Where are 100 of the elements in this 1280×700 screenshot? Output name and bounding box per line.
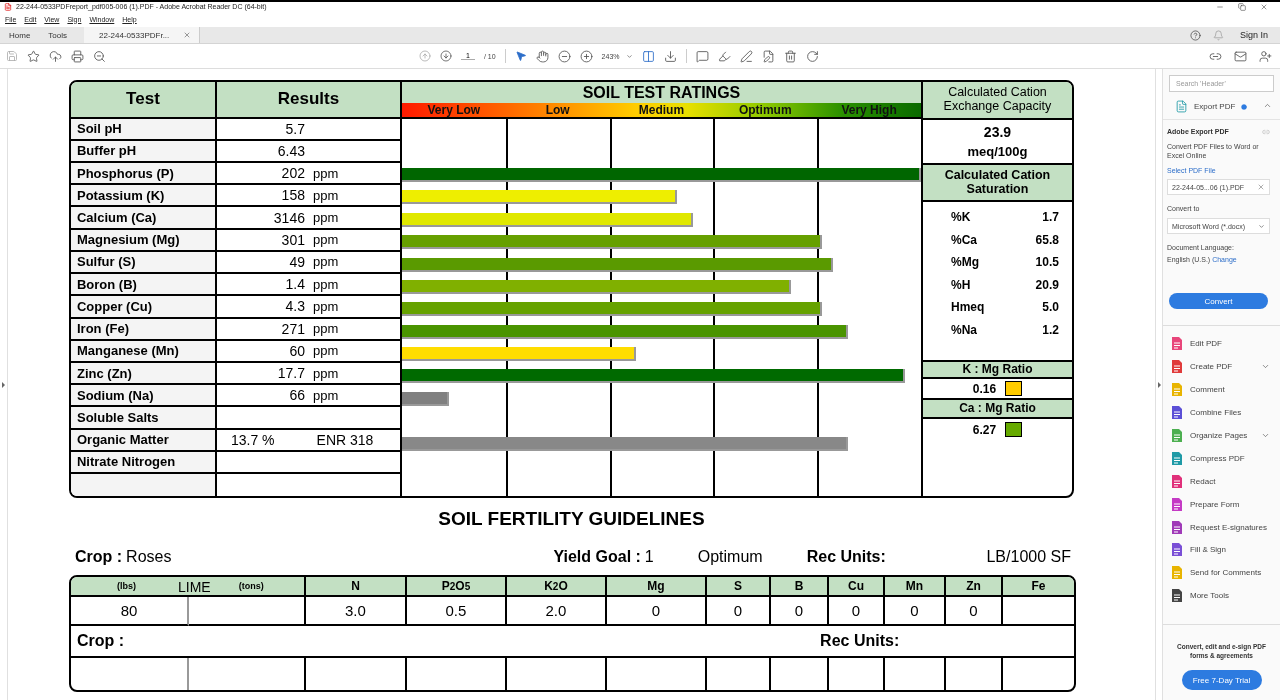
nutrient-header: Mn (884, 577, 946, 597)
yield-value: 1 (644, 548, 654, 566)
tool-item[interactable]: Redact (1190, 476, 1270, 486)
print-icon[interactable] (71, 49, 84, 63)
nutrient-value: 0 (606, 597, 707, 626)
tool-item[interactable]: Fill & Sign (1190, 545, 1270, 555)
unit-label: ppm (312, 232, 339, 248)
pointer-icon[interactable] (514, 50, 527, 62)
tab[interactable]: Home (0, 27, 40, 43)
restore-icon[interactable] (1238, 2, 1246, 11)
tool-item[interactable]: Request E-signatures (1190, 522, 1270, 532)
tool-item[interactable]: Edit PDF (1190, 339, 1270, 349)
result-value: 60 (288, 342, 305, 359)
edit-file-icon[interactable] (761, 49, 775, 63)
zoom-out-icon[interactable] (93, 49, 106, 63)
tool-item[interactable]: More Tools (1190, 591, 1270, 601)
document-icon[interactable] (1171, 474, 1183, 488)
nutrient-header: Zn (945, 577, 1003, 597)
unit-label: ppm (312, 387, 339, 403)
tool-item[interactable]: Send for Comments (1190, 568, 1270, 578)
lime-label: LIME (177, 579, 211, 595)
hand-icon[interactable] (535, 49, 549, 63)
column-header: Test (70, 82, 217, 117)
nutrient-header: Mg (606, 577, 707, 597)
caret-icon[interactable] (625, 52, 633, 60)
saturation-label: Hmeq (950, 300, 986, 315)
yield-label: Yield Goal : (553, 548, 641, 566)
ratio-value: 6.27 (972, 422, 997, 437)
clear-icon[interactable] (1257, 183, 1265, 192)
saturation-title: Calculated Cation Saturation (922, 165, 1072, 202)
test-name: Boron (B) (70, 274, 217, 295)
link-icon (1262, 128, 1270, 136)
rating-label: Medium (637, 103, 686, 117)
test-name: Manganese (Mn) (70, 340, 217, 361)
star-icon[interactable] (27, 49, 40, 63)
close-icon[interactable] (1260, 2, 1268, 11)
unit-label: ppm (312, 343, 339, 359)
sign-icon[interactable] (739, 49, 753, 63)
test-name: Copper (Cu) (70, 296, 217, 317)
saturation-value: 1.7 (1041, 210, 1059, 225)
crop-label: Crop : (76, 632, 125, 650)
upload-icon[interactable] (49, 49, 62, 63)
saturation-value: 1.2 (1041, 322, 1059, 337)
tool-item[interactable]: Comment (1190, 385, 1270, 395)
sign-in-link[interactable]: Sign In (1239, 30, 1268, 40)
expand-arrow-icon[interactable] (1157, 381, 1161, 388)
add-user-icon[interactable] (1258, 49, 1272, 63)
unit-label: ppm (312, 210, 339, 226)
highlight-icon[interactable] (717, 49, 731, 63)
tab[interactable]: Tools (39, 27, 77, 43)
close-icon[interactable] (183, 31, 192, 39)
cec-unit: meq/100g (967, 144, 1028, 159)
test-name: Phosphorus (P) (70, 163, 217, 184)
tool-item[interactable]: Organize Pages (1190, 430, 1254, 440)
zoom-out-icon[interactable] (557, 49, 571, 63)
trial-button[interactable]: Free 7-Day Trial (1181, 670, 1262, 690)
mail-icon[interactable] (1233, 49, 1247, 63)
tab[interactable]: 22-244-0533PDFr... (84, 27, 201, 43)
saturation-value: 10.5 (1034, 255, 1059, 270)
document-icon[interactable] (1171, 543, 1183, 557)
tool-item[interactable]: Combine Files (1190, 408, 1270, 418)
test-name: Iron (Fe) (70, 318, 217, 339)
scroll-mode-icon[interactable] (663, 49, 677, 63)
saturation-label: %Na (950, 322, 978, 337)
document-icon[interactable] (1171, 406, 1183, 420)
next-page-icon[interactable] (440, 50, 452, 62)
result-value: 3146 (272, 209, 305, 226)
nutrient-header: S (706, 577, 771, 597)
result-value: 49 (288, 254, 305, 270)
test-name: Sulfur (S) (70, 251, 217, 273)
comment-icon[interactable] (695, 49, 709, 63)
unit-label: ppm (312, 254, 339, 270)
expand-arrow-icon[interactable] (2, 381, 5, 388)
result-value: 1.4 (284, 276, 305, 293)
convert-button[interactable]: Convert (1169, 293, 1268, 310)
trash-icon[interactable] (783, 49, 797, 63)
yield-rating: Optimum (697, 548, 763, 566)
export-pdf-label[interactable]: Export PDF (1194, 102, 1236, 111)
document-icon[interactable] (1171, 520, 1183, 534)
zoom-in-icon[interactable] (579, 49, 593, 63)
page-fit-icon[interactable] (641, 49, 655, 63)
help-icon[interactable] (1189, 29, 1201, 41)
tool-item[interactable]: Compress PDF (1190, 453, 1270, 463)
document-icon[interactable] (1171, 497, 1183, 511)
rotate-icon[interactable] (805, 49, 819, 63)
pdf-icon (4, 2, 12, 11)
result-value: 301 (280, 231, 305, 248)
ratio-title: Ca : Mg Ratio (922, 400, 1072, 419)
document-icon[interactable] (1171, 589, 1183, 603)
rating-label: Low (544, 103, 571, 117)
test-name: Magnesium (Mg) (70, 229, 217, 250)
collapse-icon[interactable] (1263, 101, 1272, 110)
document-icon[interactable] (1171, 360, 1183, 374)
nutrient-header: Cu (828, 577, 885, 597)
tool-item[interactable]: Create PDF (1190, 362, 1254, 372)
tool-item[interactable]: Prepare Form (1190, 499, 1270, 509)
nutrient-value: 0 (706, 597, 771, 626)
cec-title: Calculated Cation Exchange Capacity (922, 82, 1072, 120)
unit-label: ppm (312, 365, 339, 381)
caret-icon[interactable] (1258, 222, 1265, 230)
